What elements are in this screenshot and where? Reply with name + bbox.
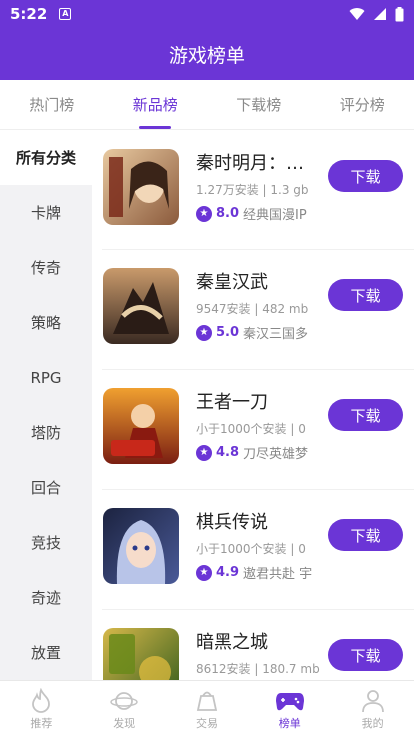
ranking-tabs: 热门榜 新品榜 下载榜 评分榜	[0, 80, 414, 130]
game-thumbnail[interactable]	[103, 628, 179, 680]
wifi-icon	[349, 8, 365, 20]
nav-discover-label: 发现	[113, 716, 136, 730]
game-thumbnail[interactable]	[103, 508, 179, 584]
download-button[interactable]: 下载	[328, 279, 403, 311]
category-idle[interactable]: 放置	[0, 625, 92, 680]
nav-discover[interactable]: 发现	[83, 681, 166, 736]
app-bar: 游戏榜单	[0, 28, 414, 80]
battery-icon	[395, 6, 404, 21]
star-icon: ★	[196, 564, 212, 581]
game-tagline: 秦汉三国多	[243, 327, 309, 342]
nav-mine[interactable]: 我的	[331, 681, 414, 736]
star-icon: ★	[196, 205, 212, 222]
star-icon: ★	[196, 444, 212, 461]
game-thumbnail[interactable]	[103, 149, 179, 225]
game-score: 8.0	[216, 206, 240, 221]
game-score: 4.8	[216, 445, 240, 460]
game-score: 5.0	[216, 325, 240, 340]
game-thumbnail[interactable]	[103, 388, 179, 464]
status-bar: 5:22 A	[0, 0, 414, 28]
bottom-nav: 推荐 发现 交易 榜单 我的	[0, 680, 414, 736]
nav-mine-label: 我的	[361, 716, 384, 730]
nav-ranking[interactable]: 榜单	[248, 681, 331, 736]
category-miracle[interactable]: 奇迹	[0, 570, 92, 625]
game-meta: 小于1000个安装 | 0	[196, 542, 306, 556]
category-turn-based[interactable]: 回合	[0, 460, 92, 515]
tab-downloads[interactable]: 下载榜	[207, 80, 311, 129]
planet-icon	[109, 687, 139, 715]
game-item[interactable]: 棋兵传说 小于1000个安装 | 0 ★ 4.9 遨君共赴 宇 下载	[92, 490, 414, 610]
download-button[interactable]: 下载	[328, 399, 403, 431]
status-icons	[349, 6, 404, 22]
sim-icon: A	[59, 8, 72, 20]
user-icon	[358, 687, 388, 715]
game-name: 秦时明月：沧海	[196, 153, 320, 174]
category-card[interactable]: 卡牌	[0, 185, 92, 240]
download-button[interactable]: 下载	[328, 639, 403, 671]
game-tagline: 经典国漫IP	[243, 208, 307, 223]
tab-new[interactable]: 新品榜	[104, 80, 208, 129]
game-meta: 小于1000个安装 | 0	[196, 422, 306, 436]
download-button[interactable]: 下载	[328, 160, 403, 192]
game-item[interactable]: 暗黑之城 8612安装 | 180.7 mb 下载	[92, 610, 414, 680]
nav-recommend-label: 推荐	[30, 716, 53, 730]
game-name: 棋兵传说	[196, 512, 268, 533]
game-item[interactable]: 秦皇汉武 9547安装 | 482 mb ★ 5.0 秦汉三国多 下载	[92, 250, 414, 370]
tab-rating[interactable]: 评分榜	[311, 80, 414, 129]
status-time: 5:22	[10, 5, 48, 23]
gamepad-icon	[275, 687, 305, 715]
page-title: 游戏榜单	[168, 44, 245, 67]
game-thumbnail[interactable]	[103, 268, 179, 344]
game-name: 秦皇汉武	[196, 272, 268, 293]
game-name: 暗黑之城	[196, 632, 268, 653]
game-rating: ★ 8.0 经典国漫IP	[196, 204, 320, 223]
nav-ranking-label: 榜单	[278, 716, 301, 730]
game-rating: ★ 4.9 遨君共赴 宇	[196, 563, 320, 582]
download-button[interactable]: 下载	[328, 519, 403, 551]
game-name: 王者一刀	[196, 392, 268, 413]
tab-hot[interactable]: 热门榜	[0, 80, 104, 129]
nav-recommend[interactable]: 推荐	[0, 681, 83, 736]
game-rating: ★ 5.0 秦汉三国多	[196, 323, 320, 342]
category-strategy[interactable]: 策略	[0, 295, 92, 350]
game-tagline: 刀尽英雄梦	[243, 447, 309, 462]
game-meta: 1.27万安装 | 1.3 gb	[196, 183, 309, 197]
game-rating: ★ 4.8 刀尽英雄梦	[196, 443, 320, 462]
game-tagline: 遨君共赴 宇	[243, 567, 313, 582]
game-meta: 8612安装 | 180.7 mb	[196, 662, 320, 676]
category-all[interactable]: 所有分类	[0, 130, 92, 185]
nav-trade[interactable]: 交易	[166, 681, 249, 736]
category-competitive[interactable]: 竞技	[0, 515, 92, 570]
category-rpg[interactable]: RPG	[0, 350, 92, 405]
category-sidebar: 所有分类 卡牌 传奇 策略 RPG 塔防 回合 竞技 奇迹 放置	[0, 130, 92, 680]
game-list: 秦时明月：沧海 1.27万安装 | 1.3 gb ★ 8.0 经典国漫IP 下载…	[92, 130, 414, 680]
signal-icon	[374, 8, 386, 20]
game-score: 4.9	[216, 565, 240, 580]
game-meta: 9547安装 | 482 mb	[196, 302, 309, 316]
category-tower-defense[interactable]: 塔防	[0, 405, 92, 460]
nav-trade-label: 交易	[195, 716, 218, 730]
star-icon: ★	[196, 324, 212, 341]
bag-icon	[192, 687, 222, 715]
game-item[interactable]: 王者一刀 小于1000个安装 | 0 ★ 4.8 刀尽英雄梦 下载	[92, 370, 414, 490]
game-item[interactable]: 秦时明月：沧海 1.27万安装 | 1.3 gb ★ 8.0 经典国漫IP 下载	[92, 130, 414, 250]
flame-icon	[26, 687, 56, 715]
category-legend[interactable]: 传奇	[0, 240, 92, 295]
